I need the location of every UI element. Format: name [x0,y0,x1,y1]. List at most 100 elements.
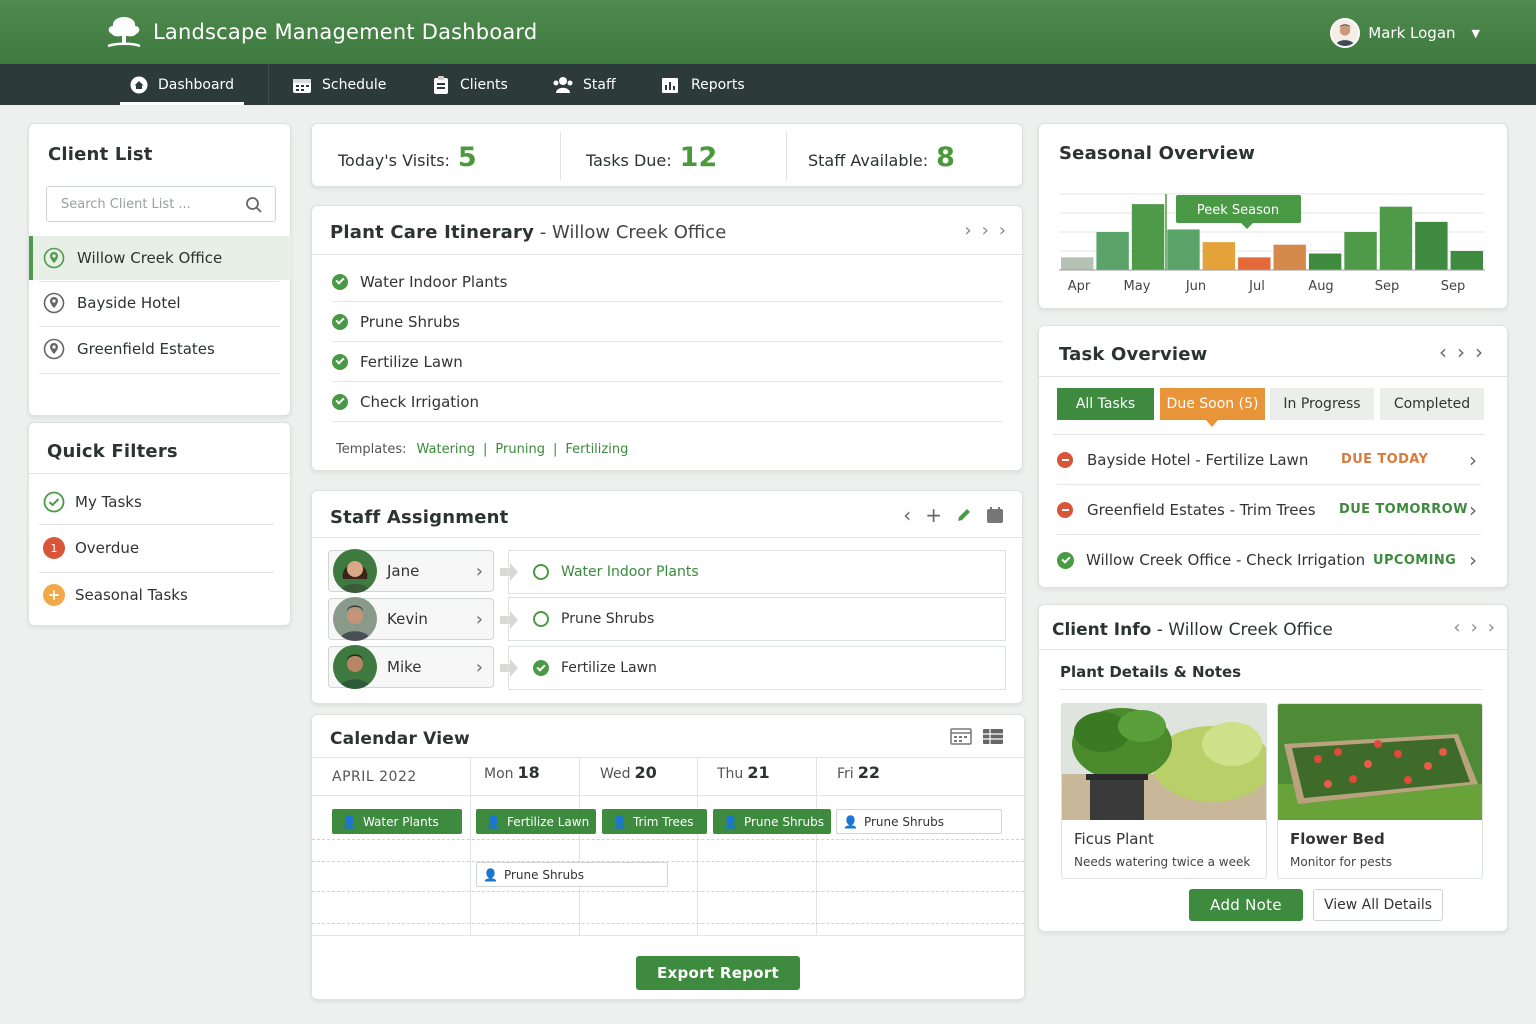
link-separator: | [483,442,488,457]
event-label: Prune Shrubs [863,814,944,829]
tab-in-progress[interactable]: In Progress [1270,388,1374,420]
divider [312,537,1024,538]
stat-value: 8 [936,142,955,173]
plant-card-flower-bed[interactable]: Flower Bed Monitor for pests [1277,703,1483,879]
client-item-willow-creek[interactable]: Willow Creek Office [29,236,291,280]
chevron-right-icon[interactable]: › [964,220,971,241]
nav-staff[interactable]: Staff [553,64,616,105]
minus-circle-icon [1057,501,1073,518]
export-report-button[interactable]: Export Report [636,956,800,990]
app-title: Landscape Management Dashboard [153,20,538,44]
add-note-button[interactable]: Add Note [1189,889,1303,921]
itinerary-task[interactable]: Fertilize Lawn [332,342,1002,382]
calendar-icon [293,78,311,93]
person-icon: 👤 [723,814,738,829]
itinerary-task[interactable]: Check Irrigation [332,382,1002,422]
nav-schedule[interactable]: Schedule [292,64,386,105]
staff-chip-jane[interactable]: Jane › [328,549,494,593]
templates-row: Templates: Watering | Pruning | Fertiliz… [336,442,628,457]
nav-dashboard[interactable]: Dashboard [120,64,244,105]
add-icon[interactable]: + [925,503,942,527]
client-item-bayside[interactable]: Bayside Hotel [29,281,291,325]
task-overview-row[interactable]: Willow Creek Office - Check Irrigation U… [1057,535,1481,585]
stat-label: Staff Available: [808,151,929,170]
status-badge: DUE TODAY [1341,452,1429,467]
app-header: Landscape Management Dashboard Mark Loga… [0,0,1536,64]
calendar-event[interactable]: 👤 Prune Shrubs [713,809,831,834]
assigned-task[interactable]: Fertilize Lawn [508,646,1006,690]
nav-reports[interactable]: Reports [661,64,745,105]
chevron-right-icon[interactable]: › [982,220,989,241]
view-all-details-button[interactable]: View All Details [1313,889,1443,921]
nav-dashboard-label: Dashboard [158,76,234,93]
edit-icon[interactable] [956,507,972,523]
calendar-day-header: Mon 18 [484,763,540,782]
day-of-week: Fri [837,766,854,782]
peak-label-pointer [1241,223,1253,229]
assigned-task[interactable]: Water Indoor Plants [508,550,1006,594]
calendar-icon[interactable] [950,727,972,745]
staff-chip-kevin[interactable]: Kevin › [328,597,494,641]
template-link-fertilizing[interactable]: Fertilizing [565,442,628,457]
chevron-right-icon[interactable]: › [1475,340,1483,364]
tab-completed[interactable]: Completed [1380,388,1484,420]
chevron-left-icon[interactable]: ‹ [903,503,911,527]
tab-all-tasks[interactable]: All Tasks [1057,388,1154,420]
chevron-right-icon[interactable]: › [1457,340,1465,364]
seasonal-bar-chart: Peek Season Apr May Jun Jul Aug Sep Sep [1059,193,1485,294]
calendar-icon[interactable] [986,506,1004,524]
chevron-right-icon: › [475,656,483,678]
chevron-right-icon: › [1469,497,1477,522]
task-overview-row[interactable]: Bayside Hotel - Fertilize Lawn DUE TODAY… [1057,435,1481,485]
calendar-event[interactable]: 👤 Trim Trees [602,809,707,834]
calendar-event[interactable]: 👤 Fertilize Lawn [476,809,596,834]
search-icon[interactable] [245,196,263,214]
circle-outline-icon [533,564,549,580]
itinerary-nav: › › › [964,220,1006,241]
itinerary-task[interactable]: Water Indoor Plants [332,262,1002,302]
staff-chip-mike[interactable]: Mike › [328,645,494,689]
avatar [333,645,377,689]
list-view-icon[interactable] [982,727,1004,745]
x-tick-label: Apr [1068,279,1091,294]
client-item-greenfield[interactable]: Greenfield Estates [29,327,291,371]
template-link-watering[interactable]: Watering [416,442,475,457]
plant-card-ficus[interactable]: Ficus Plant Needs watering twice a week [1061,703,1267,879]
itinerary-task[interactable]: Prune Shrubs [332,302,1002,342]
nav-clients[interactable]: Clients [432,64,508,105]
chevron-right-icon[interactable]: › [999,220,1006,241]
chevron-right-icon: › [1469,447,1477,472]
calendar-event[interactable]: 👤 Prune Shrubs [476,862,668,887]
filter-overdue[interactable]: 1 Overdue [43,537,139,559]
chevron-left-icon[interactable]: ‹ [1453,617,1460,638]
x-tick-label: Jun [1185,279,1206,294]
check-circle-icon [1057,551,1074,569]
calendar-event[interactable]: 👤 Water Plants [332,809,462,834]
title-separator: - [1156,620,1163,640]
event-label: Prune Shrubs [743,814,824,829]
chevron-left-icon[interactable]: ‹ [1439,340,1447,364]
check-circle-icon [43,491,65,513]
filter-seasonal[interactable]: + Seasonal Tasks [43,584,188,606]
client-search-input[interactable]: Search Client List ... [46,186,276,222]
task-overview-row[interactable]: Greenfield Estates - Trim Trees DUE TOMO… [1057,485,1481,535]
location-pin-icon [43,338,65,360]
flower-bed-image [1278,704,1482,820]
calendar-event[interactable]: 👤 Prune Shrubs [836,809,1002,834]
user-menu[interactable]: Mark Logan ▼ [1330,18,1480,48]
chevron-right-icon[interactable]: › [1471,617,1478,638]
day-number: 20 [634,763,657,782]
filter-label: Seasonal Tasks [75,586,188,604]
calendar-view-toggle [950,727,1004,745]
client-info-panel: Client Info - Willow Creek Office ‹ › › … [1038,604,1509,932]
calendar-day-header: Wed 20 [600,763,657,782]
template-link-pruning[interactable]: Pruning [495,442,545,457]
x-tick-label: Jul [1248,279,1265,294]
tab-due-soon[interactable]: Due Soon (5) [1160,388,1265,420]
peak-label-text: Peek Season [1197,203,1279,218]
stat-staff: Staff Available: 8 [808,142,955,173]
filter-my-tasks[interactable]: My Tasks [43,491,142,513]
chart-bar [1308,253,1342,270]
assigned-task[interactable]: Prune Shrubs [508,597,1006,641]
chevron-right-icon[interactable]: › [1488,617,1495,638]
